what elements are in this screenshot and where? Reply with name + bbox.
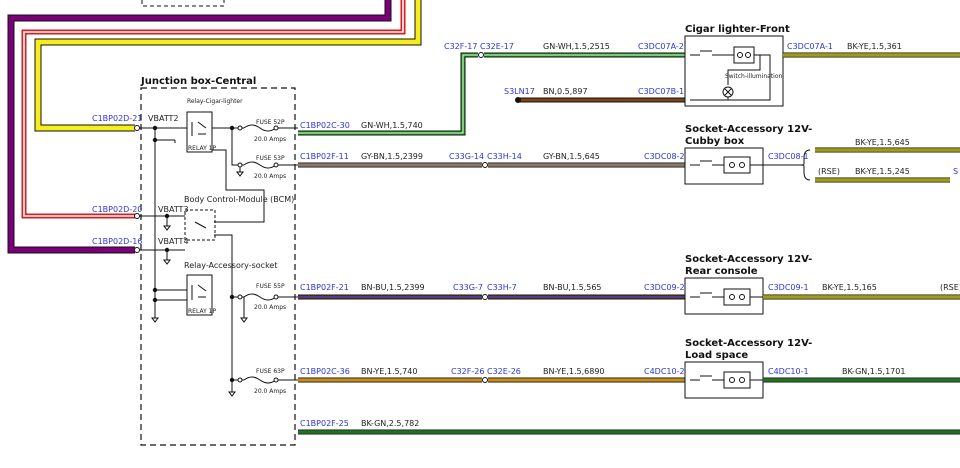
vbatt2-label: VBATT2 <box>148 114 179 123</box>
cubby-title-1: Socket-Accessory 12V- <box>685 124 812 135</box>
out-conn-c4dc10-1: C4DC10-1 <box>768 367 809 376</box>
wiring-diagram: Junction box-Central C1BP02D-21 C1BP02D-… <box>7 0 960 446</box>
conn-c33g-7: C33G-7 <box>453 283 483 292</box>
inline-connector-c32-26 <box>482 377 488 383</box>
fuse-63p: FUSE 63P 20.0 Amps <box>237 368 298 395</box>
bcm-switch <box>194 221 207 229</box>
out-wire-label-r3: BK-YE,1.5,165 <box>822 283 877 292</box>
jb-conn-c1bp02c-36: C1BP02C-36 <box>300 367 350 376</box>
wire2-label-r1: GN-WH,1.5,2515 <box>543 42 610 51</box>
relay-cigar-label: Relay-Cigar-lighter <box>187 98 243 105</box>
splice-label: S3LN17 <box>504 87 535 96</box>
rse-label-r3: (RSE) <box>940 283 960 292</box>
out-wire-label-r2b: BK-YE,1.5,245 <box>855 167 910 176</box>
dev-conn-c4dc10-2: C4DC10-2 <box>644 367 685 376</box>
wire-label-r1b: BN,0.5,897 <box>543 87 588 96</box>
load-title-1: Socket-Accessory 12V- <box>685 338 812 349</box>
svg-text:20.0 Amps: 20.0 Amps <box>254 136 286 143</box>
wire1-label-r4: BN-YE,1.5,740 <box>361 367 417 376</box>
conn-c32e-26: C32E-26 <box>487 367 521 376</box>
pin-16 <box>134 247 140 253</box>
splice-s3ln17 <box>515 97 521 103</box>
vbatt4-label: VBATT4 <box>158 237 189 246</box>
cigar-title: Cigar lighter-Front <box>685 24 790 35</box>
out-right-r2: S <box>953 167 958 176</box>
input-c1bp02d-21: C1BP02D-21 <box>92 114 142 123</box>
relay-socket-type: RELAY 1P <box>188 308 216 315</box>
upper-box-edge <box>141 0 225 7</box>
bcm-label: Body Control-Module (BCM) <box>184 195 294 204</box>
inline-connector-c33-7 <box>482 294 488 300</box>
wire-label-r5: BK-GN,2.5,782 <box>361 419 419 428</box>
conn-c32f-17: C32F-17 <box>444 42 477 51</box>
conn-c33h-7: C33H-7 <box>487 283 517 292</box>
pin-20 <box>134 213 140 219</box>
vbatt3-label: VBATT3 <box>158 205 189 214</box>
relay-socket-label: Relay-Accessory-socket <box>184 261 277 270</box>
svg-text:FUSE 63P: FUSE 63P <box>256 368 285 375</box>
inline-connector-c32 <box>478 52 484 58</box>
fuse-53p: FUSE 53P 20.0 Amps <box>237 155 298 180</box>
wire2-label-r3: BN-BU,1.5,565 <box>543 283 602 292</box>
dev-conn-c3dc08-2: C3DC08-2 <box>644 152 685 161</box>
jb-conn-c1bp02c-30: C1BP02C-30 <box>300 121 350 130</box>
svg-text:20.0 Amps: 20.0 Amps <box>254 173 286 180</box>
wire2-label-r4: BN-YE,1.5,6890 <box>543 367 605 376</box>
wire2-label-r2: GY-BN,1.5,645 <box>543 152 600 161</box>
wire1-label-r3: BN-BU,1.5,2399 <box>361 283 425 292</box>
rse-label-r2: (RSE) <box>818 167 840 176</box>
svg-text:FUSE 53P: FUSE 53P <box>256 155 285 162</box>
conn-c32e-17: C32E-17 <box>480 42 514 51</box>
rear-title-2: Rear console <box>685 266 758 277</box>
out-conn-c3dc07a-1: C3DC07A-1 <box>787 42 833 51</box>
input-c1bp02d-20: C1BP02D-20 <box>92 205 142 214</box>
dev-conn-c3dc07a-2: C3DC07A-2 <box>638 42 684 51</box>
svg-text:20.0 Amps: 20.0 Amps <box>254 388 286 395</box>
dev-conn-c3dc09-2: C3DC09-2 <box>644 283 685 292</box>
load-title-2: Load space <box>685 350 748 361</box>
svg-text:FUSE 55P: FUSE 55P <box>256 283 285 290</box>
junction-box-title: Junction box-Central <box>140 76 256 87</box>
conn-c32f-26: C32F-26 <box>451 367 484 376</box>
out-conn-c3dc08-1: C3DC08-1 <box>768 152 809 161</box>
conn-c33h-14: C33H-14 <box>487 152 522 161</box>
cigar-switch-label: Switch-illumination <box>725 73 782 80</box>
wire1-label-r1: GN-WH,1.5,740 <box>361 121 423 130</box>
rear-title-1: Socket-Accessory 12V- <box>685 254 812 265</box>
relay-cigar-type: RELAY 1P <box>188 145 216 152</box>
wire1-label-r2: GY-BN,1.5,2399 <box>361 152 423 161</box>
input-c1bp02d-16: C1BP02D-16 <box>92 237 142 246</box>
fuse-55p: FUSE 55P 20.0 Amps <box>237 283 298 311</box>
junction-internal-lines <box>140 127 265 381</box>
inline-connector-c33-14 <box>482 162 488 168</box>
cubby-title-2: Cubby box <box>685 136 745 147</box>
jb-conn-c1bp02f-25: C1BP02F-25 <box>300 419 349 428</box>
out-wire-label-r1: BK-YE,1.5,361 <box>847 42 902 51</box>
conn-c33g-14: C33G-14 <box>449 152 484 161</box>
fuse-52p: FUSE 52P 20.0 Amps <box>237 119 298 143</box>
pin-21 <box>134 125 140 131</box>
out-wire-label-r4: BK-GN,1.5,1701 <box>842 367 905 376</box>
svg-text:20.0 Amps: 20.0 Amps <box>254 304 286 311</box>
out-conn-c3dc09-1: C3DC09-1 <box>768 283 809 292</box>
dev-conn-c3dc07b-1: C3DC07B-1 <box>638 87 684 96</box>
junction-dots <box>152 125 235 383</box>
jb-conn-c1bp02f-21: C1BP02F-21 <box>300 283 349 292</box>
jb-conn-c1bp02f-11: C1BP02F-11 <box>300 152 349 161</box>
out-wire-label-r2a: BK-YE,1.5,645 <box>855 138 910 147</box>
feed-wire-red <box>21 0 406 219</box>
svg-text:FUSE 52P: FUSE 52P <box>256 119 285 126</box>
